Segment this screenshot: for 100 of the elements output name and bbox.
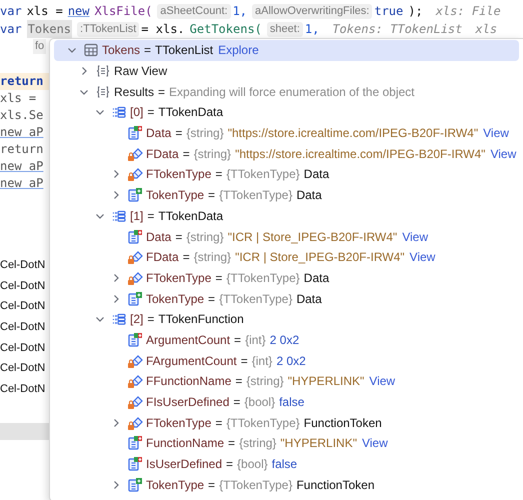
number-text: 1, xyxy=(232,3,248,20)
variable-name: TokenType xyxy=(146,292,204,306)
value-text: = Expanding will force enumeration of the object xyxy=(158,84,415,99)
value-text: = TTokenData xyxy=(147,208,224,223)
code-line: new aP xyxy=(0,125,44,139)
braces-list-icon xyxy=(95,63,111,80)
value-text: = {TTokenType} Data xyxy=(215,167,330,182)
field-icon xyxy=(127,414,143,431)
constructor-text: XlsFile( xyxy=(94,3,152,20)
variable-name: Data xyxy=(146,230,172,244)
view-link[interactable]: View xyxy=(369,374,396,388)
parameter-hint: sheet: xyxy=(266,22,303,36)
variable-name: TokenType xyxy=(146,188,204,202)
value-text: = TTokenFunction xyxy=(147,312,244,326)
property-icon xyxy=(127,125,143,142)
variable-name: FIsUserDefined xyxy=(146,395,230,410)
parameter-hint: :TTokenList xyxy=(77,22,140,36)
variable-name: FData xyxy=(146,146,179,161)
variable-name: Tokens xyxy=(26,20,72,38)
inline-value-hint: xls xyxy=(475,21,498,38)
variable-name: Tokens xyxy=(102,43,140,58)
value-text: = {TTokenType} Data xyxy=(215,270,330,285)
list-icon xyxy=(111,311,127,328)
output-line: Cel-DotN xyxy=(0,280,46,292)
variable-name: FTokenType xyxy=(146,416,212,430)
value-text: = {int} 2 0x2 xyxy=(234,332,300,347)
value-text: = TTokenData xyxy=(147,105,224,120)
braces-list-icon xyxy=(95,84,111,100)
field-icon xyxy=(127,166,143,182)
variable-name: FData xyxy=(146,250,179,264)
output-line: Cel-DotN xyxy=(0,300,46,312)
value-text: = {bool} false xyxy=(233,395,304,410)
variable-name: FunctionName xyxy=(146,436,224,450)
code-line: xls = xyxy=(0,91,36,105)
code-line: return xyxy=(0,142,44,156)
variable-name: Raw View xyxy=(114,64,168,78)
output-line: Cel-DotN xyxy=(0,342,46,354)
code-text: xls = xyxy=(26,3,63,20)
inline-value-hint: Tokens: TTokenList xyxy=(332,21,462,38)
keyword-text: var xyxy=(0,3,22,20)
property-icon xyxy=(127,290,143,307)
code-line: xls.Se xyxy=(0,108,44,122)
variable-name: FFunctionName xyxy=(146,374,232,388)
variable-name: TokenType xyxy=(146,478,204,492)
property-icon xyxy=(127,435,143,452)
property-icon xyxy=(127,228,143,245)
number-text: 1, xyxy=(304,21,320,38)
list-icon xyxy=(111,104,127,120)
property-icon xyxy=(127,476,143,493)
code-line: new aP xyxy=(0,159,44,173)
property-icon xyxy=(127,332,143,348)
view-link[interactable]: View xyxy=(410,250,436,264)
value-text: = {string} "ICR | Store_IPEG-B20F-IRW4" xyxy=(182,250,405,264)
value-text: = {TTokenType} FunctionToken xyxy=(215,416,382,430)
value-text: = {TTokenType} FunctionToken xyxy=(208,478,374,492)
variable-name: IsUserDefined xyxy=(146,457,222,472)
current-line-highlight xyxy=(0,422,49,440)
value-text: = {TTokenType} Data xyxy=(208,292,322,306)
variable-name: ArgumentCount xyxy=(146,332,230,347)
variable-name: [2] xyxy=(130,312,144,326)
code-text: ); xyxy=(408,3,423,20)
keyword-text: true xyxy=(374,3,404,20)
method-text: GetTokens( xyxy=(190,21,262,38)
variable-name: [0] xyxy=(130,105,144,120)
value-text: = {string} "ICR | Store_IPEG-B20F-IRW4" xyxy=(175,230,398,244)
property-icon xyxy=(127,456,143,472)
field-icon xyxy=(127,373,143,390)
field-icon xyxy=(127,146,143,162)
value-text: = {string} "HYPERLINK" xyxy=(228,436,357,450)
view-link[interactable]: View xyxy=(483,126,509,140)
value-text: = {bool} false xyxy=(226,457,298,472)
keyword-text: var xyxy=(0,21,22,38)
variable-name: FArgumentCount xyxy=(146,354,237,368)
field-icon xyxy=(127,394,143,410)
keyword-link[interactable]: new xyxy=(68,2,90,20)
parameter-hint: aSheetCount: xyxy=(157,4,231,18)
explore-link[interactable]: Explore xyxy=(218,43,259,58)
parameter-hint: fo xyxy=(33,39,46,54)
variable-name: FTokenType xyxy=(146,167,212,182)
view-link[interactable]: View xyxy=(402,230,428,244)
value-text: = TTokenList xyxy=(144,43,214,58)
property-icon xyxy=(127,187,143,204)
view-link[interactable]: View xyxy=(490,146,516,161)
value-text: = {int} 2 0x2 xyxy=(240,354,306,368)
code-line: new aP xyxy=(0,176,44,190)
view-link[interactable]: View xyxy=(362,436,388,450)
output-line: Cel-DotN xyxy=(0,362,46,374)
variable-name: Results xyxy=(114,84,154,99)
inline-value-hint: xls: File xyxy=(436,3,501,20)
table-icon xyxy=(83,42,99,58)
variable-name: FTokenType xyxy=(146,270,212,285)
output-line: Cel-DotN xyxy=(0,259,46,271)
variable-name: [1] xyxy=(130,208,144,223)
variable-name: Data xyxy=(146,126,172,140)
code-text: = xls. xyxy=(141,21,185,38)
output-line: Cel-DotN xyxy=(0,321,46,334)
selected-row[interactable]: Tokens = TTokenList Explore xyxy=(54,40,519,61)
output-line: Cel-DotN xyxy=(0,383,46,396)
field-icon xyxy=(127,270,143,286)
parameter-hint: aAllowOverwritingFiles: xyxy=(252,4,372,18)
